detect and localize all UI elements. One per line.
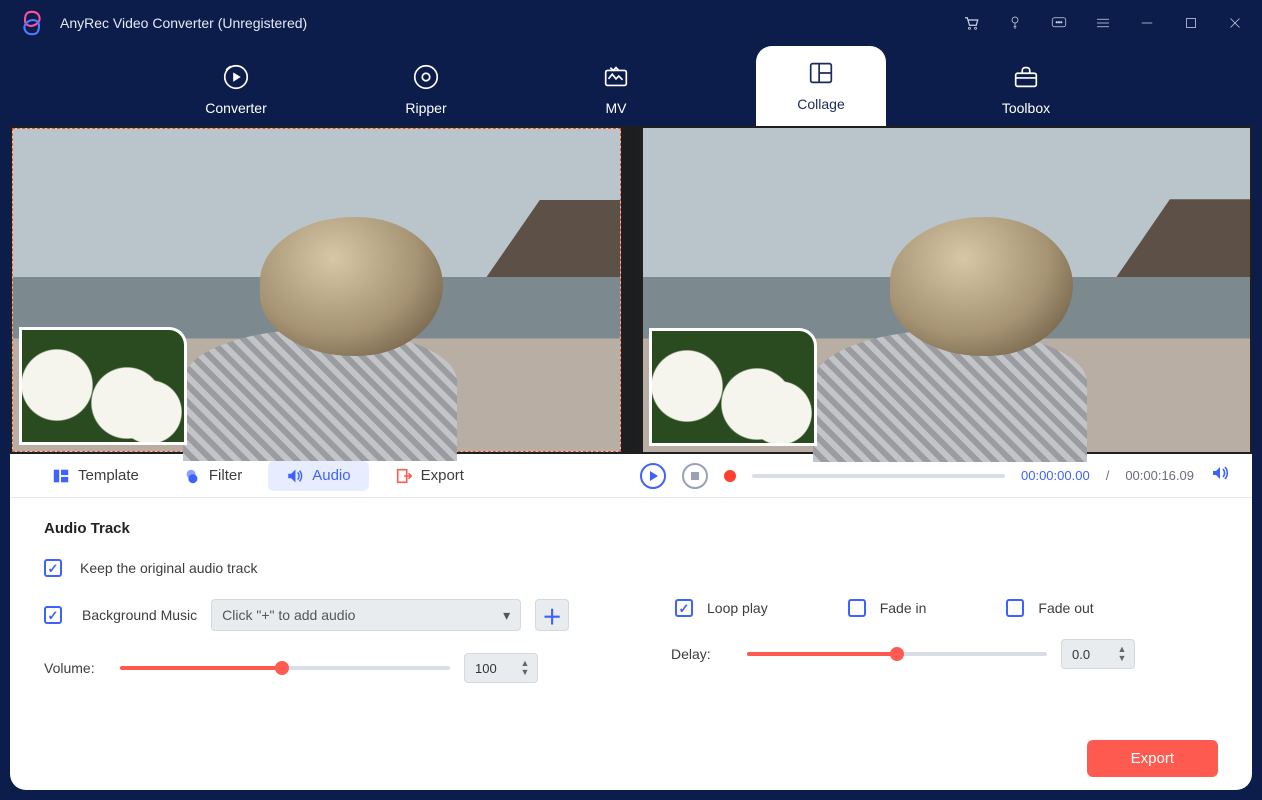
checkbox-bg-music[interactable] <box>44 606 62 624</box>
nav-collage[interactable]: Collage <box>756 46 886 126</box>
inset-photo[interactable] <box>19 327 187 445</box>
volume-value: 100 <box>475 661 497 676</box>
subject-person <box>770 212 1122 452</box>
export-button[interactable]: Export <box>1087 740 1218 777</box>
label-delay: Delay: <box>671 646 733 662</box>
preview-separator <box>623 126 637 454</box>
label-fade-out: Fade out <box>1038 600 1093 616</box>
feedback-icon[interactable] <box>1050 14 1068 32</box>
row-keep-original: Keep the original audio track <box>44 559 1218 577</box>
nav-label: Converter <box>205 100 266 116</box>
slider-delay[interactable] <box>747 652 1047 656</box>
export-icon <box>395 467 413 485</box>
tab-label: Audio <box>312 467 350 484</box>
playback-bar: 00:00:00.00 / 00:00:16.09 <box>640 463 1252 489</box>
toolbox-icon <box>1011 62 1041 92</box>
inset-photo <box>649 328 817 446</box>
content-card: Template Filter Audio Export <box>10 126 1252 790</box>
nav-label: Ripper <box>405 100 446 116</box>
checkbox-fade-out[interactable] <box>1006 599 1024 617</box>
ripper-icon <box>411 62 441 92</box>
stop-icon <box>690 471 700 481</box>
subject-person <box>140 213 492 451</box>
nav-converter[interactable]: Converter <box>186 62 286 126</box>
footer: Export <box>10 726 1252 790</box>
nav-mv[interactable]: MV <box>566 62 666 126</box>
maximize-icon[interactable] <box>1182 14 1200 32</box>
app-window: AnyRec Video Converter (Unregistered) Co… <box>0 0 1262 800</box>
slider-volume[interactable] <box>120 666 450 670</box>
tab-label: Template <box>78 467 139 484</box>
nav-label: Toolbox <box>1002 100 1050 116</box>
collage-canvas[interactable] <box>12 128 621 452</box>
row-play-flags: Loop play Fade in Fade out <box>671 599 1218 617</box>
tab-label: Export <box>421 467 464 484</box>
stop-button[interactable] <box>682 463 708 489</box>
close-icon[interactable] <box>1226 14 1244 32</box>
filter-icon <box>183 467 201 485</box>
label-bg-music: Background Music <box>82 607 197 623</box>
row-volume: Volume: 100 ▲▼ <box>44 653 591 683</box>
tab-label: Filter <box>209 467 242 484</box>
template-icon <box>52 467 70 485</box>
nav-label: Collage <box>797 96 844 112</box>
label-loop: Loop play <box>707 600 768 616</box>
arrow-down-icon[interactable]: ▼ <box>1114 654 1130 663</box>
window-title: AnyRec Video Converter (Unregistered) <box>60 15 307 31</box>
tab-template[interactable]: Template <box>34 461 157 491</box>
label-fade-in: Fade in <box>880 600 927 616</box>
chevron-down-icon: ▾ <box>503 607 510 624</box>
menu-icon[interactable] <box>1094 14 1112 32</box>
spinner-delay[interactable]: 0.0 ▲▼ <box>1061 639 1135 669</box>
time-separator: / <box>1106 468 1110 483</box>
nav-label: MV <box>606 100 627 116</box>
section-title: Audio Track <box>44 520 1218 537</box>
key-icon[interactable] <box>1006 14 1024 32</box>
row-delay: Delay: 0.0 ▲▼ <box>671 639 1218 669</box>
checkbox-loop[interactable] <box>675 599 693 617</box>
nav-ripper[interactable]: Ripper <box>376 62 476 126</box>
row-bg-music: Background Music Click "+" to add audio … <box>44 599 591 631</box>
delay-value: 0.0 <box>1072 647 1090 662</box>
arrow-down-icon[interactable]: ▼ <box>517 668 533 677</box>
tab-filter[interactable]: Filter <box>165 461 260 491</box>
audio-icon <box>286 467 304 485</box>
collage-icon <box>806 58 836 88</box>
label-keep-original: Keep the original audio track <box>80 560 257 576</box>
audio-options: Audio Track Keep the original audio trac… <box>10 498 1252 726</box>
preview-row <box>10 126 1252 454</box>
select-placeholder: Click "+" to add audio <box>222 607 355 623</box>
record-indicator <box>724 470 736 482</box>
tab-audio[interactable]: Audio <box>268 461 368 491</box>
select-bg-music[interactable]: Click "+" to add audio ▾ <box>211 599 521 631</box>
checkbox-keep-original[interactable] <box>44 559 62 577</box>
checkbox-fade-in[interactable] <box>848 599 866 617</box>
volume-button[interactable] <box>1210 463 1230 488</box>
output-preview <box>643 128 1250 452</box>
cart-icon[interactable] <box>962 14 980 32</box>
time-duration: 00:00:16.09 <box>1125 468 1194 483</box>
titlebar: AnyRec Video Converter (Unregistered) <box>0 0 1262 46</box>
play-icon <box>647 470 659 482</box>
volume-icon <box>1210 463 1230 483</box>
collage-subtabs: Template Filter Audio Export <box>10 461 640 491</box>
label-volume: Volume: <box>44 660 106 676</box>
time-current: 00:00:00.00 <box>1021 468 1090 483</box>
main-nav: Converter Ripper MV Collage Toolbox <box>0 46 1262 126</box>
converter-icon <box>221 62 251 92</box>
spinner-volume[interactable]: 100 ▲▼ <box>464 653 538 683</box>
play-button[interactable] <box>640 463 666 489</box>
app-logo-icon <box>18 9 46 37</box>
nav-toolbox[interactable]: Toolbox <box>976 62 1076 126</box>
seek-track[interactable] <box>752 474 1005 478</box>
tab-export[interactable]: Export <box>377 461 482 491</box>
minimize-icon[interactable] <box>1138 14 1156 32</box>
add-audio-button[interactable]: ＋ <box>535 599 569 631</box>
mv-icon <box>601 62 631 92</box>
